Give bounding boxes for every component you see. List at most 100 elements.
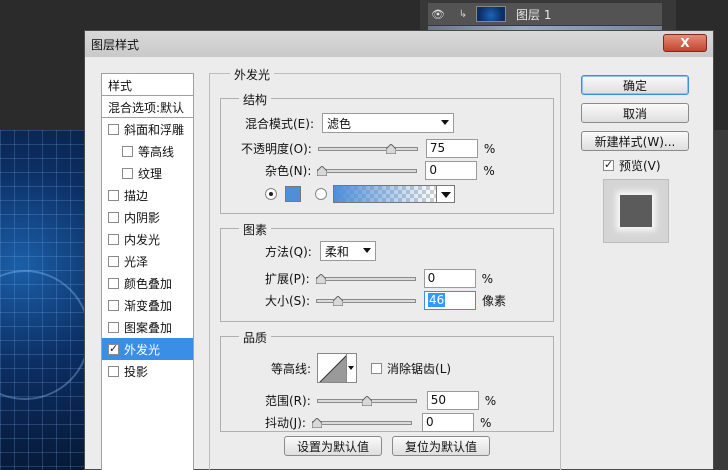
structure-title: 结构: [239, 91, 272, 108]
style-item[interactable]: 渐变叠加: [102, 294, 193, 316]
spread-input[interactable]: 0: [423, 269, 476, 288]
style-item-label: 颜色叠加: [124, 276, 173, 291]
noise-slider[interactable]: [317, 165, 418, 177]
style-item[interactable]: 图案叠加: [102, 316, 193, 338]
slider-thumb-icon[interactable]: [361, 395, 372, 406]
style-list: 样式 混合选项:默认 斜面和浮雕等高线纹理描边内阴影内发光光泽颜色叠加渐变叠加图…: [101, 73, 194, 470]
eye-icon[interactable]: 👁: [428, 8, 448, 21]
noise-label: 杂色(N):: [265, 164, 312, 178]
style-item[interactable]: 内发光: [102, 228, 193, 250]
elements-title: 图素: [239, 221, 272, 238]
preview-label: 预览(V): [619, 159, 661, 173]
layer-thumbnail: [476, 6, 506, 22]
style-item[interactable]: 等高线: [102, 140, 193, 162]
style-item-label: 等高线: [138, 144, 175, 159]
chevron-down-icon[interactable]: [436, 186, 454, 202]
slider-thumb-icon[interactable]: [385, 143, 396, 154]
make-default-button[interactable]: 设置为默认值: [284, 436, 382, 456]
style-item-label: 投影: [124, 364, 149, 379]
style-item-checkbox[interactable]: [108, 211, 119, 223]
style-item-checkbox[interactable]: [108, 299, 119, 311]
style-item-label: 光泽: [124, 254, 149, 269]
size-input[interactable]: 46: [424, 291, 477, 310]
chevron-down-icon: [362, 248, 371, 253]
dialog-titlebar[interactable]: 图层样式 X: [85, 31, 713, 57]
style-item-label: 纹理: [138, 166, 163, 181]
style-item-checkbox[interactable]: [108, 123, 119, 135]
layer-style-dialog: 图层样式 X 样式 混合选项:默认 斜面和浮雕等高线纹理描边内阴影内发光光泽颜色…: [84, 30, 714, 470]
contour-label: 等高线:: [271, 361, 312, 376]
jitter-input[interactable]: 0: [421, 413, 474, 432]
range-percent: %: [484, 393, 497, 408]
preview-checkbox[interactable]: [603, 158, 614, 171]
opacity-label: 不透明度(O):: [241, 142, 312, 156]
style-item-checkbox[interactable]: [122, 167, 133, 179]
style-list-header[interactable]: 样式: [102, 74, 193, 96]
style-item-checkbox[interactable]: [108, 342, 119, 355]
method-select[interactable]: 柔和: [319, 241, 376, 261]
color-swatch[interactable]: [285, 186, 301, 202]
layer-row[interactable]: 👁 ↳ 图层 1: [428, 3, 662, 25]
style-item[interactable]: 外发光: [102, 338, 193, 360]
gradient-picker[interactable]: [333, 185, 455, 203]
reset-default-button[interactable]: 复位为默认值: [392, 436, 490, 456]
style-item[interactable]: 内阴影: [102, 206, 193, 228]
close-button[interactable]: X: [663, 34, 707, 52]
cancel-button[interactable]: 取消: [581, 103, 689, 123]
style-item[interactable]: 投影: [102, 360, 193, 382]
style-item-checkbox[interactable]: [108, 189, 119, 201]
noise-percent: %: [483, 163, 495, 178]
solid-color-radio[interactable]: [265, 188, 277, 200]
style-item-checkbox[interactable]: [108, 233, 119, 245]
style-item[interactable]: 纹理: [102, 162, 193, 184]
quality-group: 品质 等高线: 消除锯齿(L) 范围(R): 50 % 抖动(J): 0 %: [220, 329, 554, 432]
style-item-checkbox[interactable]: [108, 365, 119, 377]
style-item-checkbox[interactable]: [108, 321, 119, 333]
contour-picker[interactable]: [317, 353, 358, 383]
style-item-label: 外发光: [124, 342, 161, 357]
range-slider[interactable]: [316, 395, 417, 407]
slider-thumb-icon[interactable]: [333, 295, 344, 306]
new-style-button[interactable]: 新建样式(W)...: [581, 131, 689, 151]
style-item-label: 斜面和浮雕: [124, 122, 185, 137]
style-item[interactable]: 光泽: [102, 250, 193, 272]
chevron-down-icon[interactable]: [346, 354, 356, 382]
size-value-selected: 46: [428, 293, 446, 307]
gradient-radio[interactable]: [315, 188, 327, 200]
style-item[interactable]: 颜色叠加: [102, 272, 193, 294]
elements-group: 图素 方法(Q): 柔和 扩展(P): 0 % 大小(S): 46 像素: [220, 221, 554, 322]
size-label: 大小(S):: [265, 294, 311, 308]
antialias-checkbox[interactable]: [371, 362, 383, 374]
style-item-label: 渐变叠加: [124, 298, 173, 313]
style-item-checkbox[interactable]: [108, 277, 119, 289]
style-item[interactable]: 描边: [102, 184, 193, 206]
style-item-checkbox[interactable]: [108, 255, 119, 267]
ok-button[interactable]: 确定: [581, 75, 689, 95]
quality-title: 品质: [239, 329, 272, 346]
noise-input[interactable]: 0: [425, 161, 478, 180]
slider-thumb-icon[interactable]: [311, 417, 322, 428]
size-unit: 像素: [482, 294, 507, 308]
style-item[interactable]: 斜面和浮雕: [102, 118, 193, 140]
method-value: 柔和: [324, 244, 349, 259]
style-item-label: 图案叠加: [124, 320, 173, 335]
spread-slider[interactable]: [315, 273, 416, 285]
jitter-slider[interactable]: [311, 417, 412, 429]
slider-thumb-icon[interactable]: [317, 165, 328, 176]
blend-mode-value: 滤色: [327, 116, 352, 131]
blend-mode-select[interactable]: 滤色: [322, 113, 454, 133]
opacity-percent: %: [483, 141, 496, 156]
blend-options-item[interactable]: 混合选项:默认: [102, 96, 193, 118]
style-item-label: 内阴影: [124, 210, 161, 225]
opacity-input[interactable]: 75: [425, 139, 478, 158]
range-input[interactable]: 50: [426, 391, 479, 410]
opacity-slider[interactable]: [317, 143, 418, 155]
contour-preview: [318, 354, 347, 382]
style-preview: [603, 179, 669, 243]
chevron-down-icon: [441, 120, 449, 125]
panel-title: 外发光: [230, 66, 275, 83]
jitter-percent: %: [479, 415, 492, 430]
slider-thumb-icon[interactable]: [315, 273, 326, 284]
size-slider[interactable]: [316, 295, 417, 307]
style-item-checkbox[interactable]: [122, 145, 133, 157]
